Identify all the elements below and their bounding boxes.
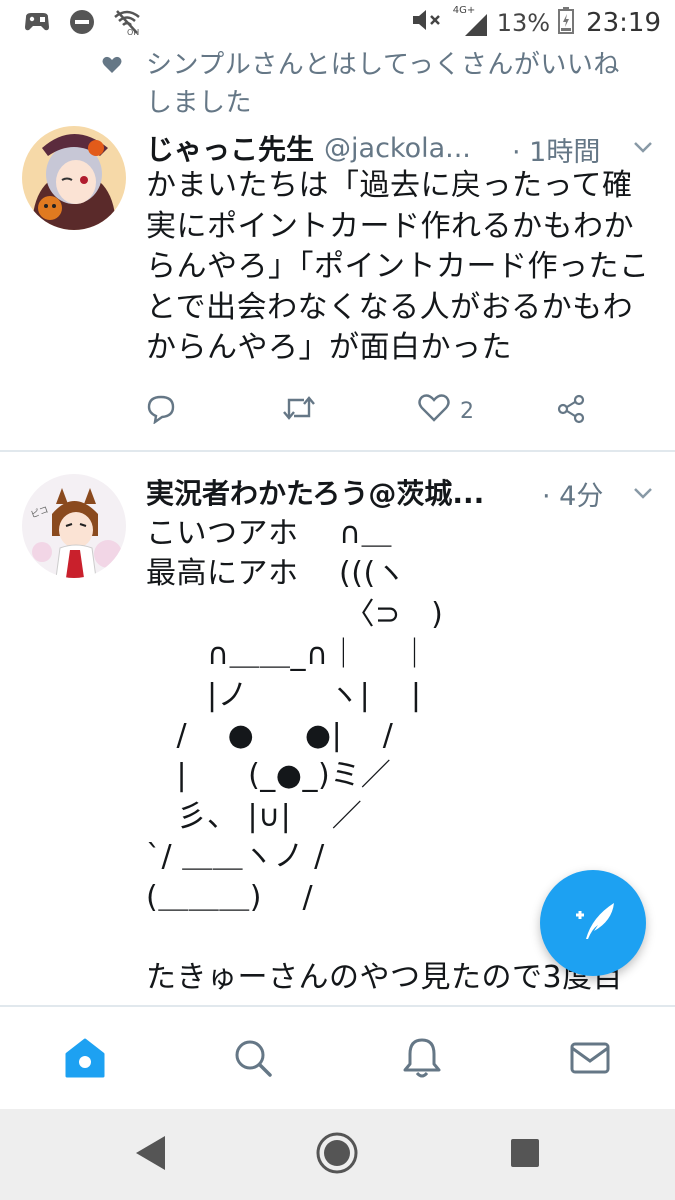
recents-square-icon: [509, 1137, 541, 1173]
share-button[interactable]: [556, 394, 586, 430]
heart-outline-icon: [418, 394, 450, 428]
chevron-down-icon[interactable]: [633, 484, 653, 503]
chevron-down-icon[interactable]: [633, 138, 653, 157]
like-count: 2: [460, 398, 474, 424]
home-icon: [63, 1037, 107, 1083]
bottom-tab-bar: [0, 1005, 675, 1109]
tab-messages[interactable]: [565, 1035, 615, 1085]
liked-notice-text: シンプルさんとはしてっくさんがいいねしました: [146, 50, 620, 118]
home-system-button[interactable]: [315, 1131, 359, 1179]
back-button[interactable]: [128, 1133, 172, 1177]
heart-icon: [102, 56, 122, 78]
tab-home[interactable]: [60, 1035, 110, 1085]
author-name[interactable]: 実況者わかたろう@茨城...: [146, 472, 484, 512]
network-type-label: 4G+: [452, 5, 476, 16]
liked-notice[interactable]: シンプルさんとはしてっくさんがいいねしました: [0, 44, 675, 120]
bell-icon: [402, 1037, 442, 1083]
compose-feather-icon: [568, 899, 618, 947]
battery-percent: 13%: [496, 9, 551, 37]
mute-icon: [411, 7, 445, 39]
mail-icon: [569, 1041, 611, 1079]
status-bar: ON 4G+ 13% 23:19: [0, 0, 675, 44]
share-icon: [556, 394, 586, 430]
cellular-signal-icon: 4G+: [452, 5, 489, 38]
svg-text:ON: ON: [127, 28, 139, 36]
recents-button[interactable]: [503, 1133, 547, 1177]
author-handle[interactable]: @jackola...: [324, 133, 471, 164]
retweet-icon: [282, 394, 316, 428]
wifi-calling-icon: ON: [112, 8, 142, 40]
reply-button[interactable]: [146, 394, 176, 430]
tab-search[interactable]: [228, 1035, 278, 1085]
avatar[interactable]: [22, 126, 126, 230]
tweet[interactable]: じゃっこ先生 @jackola... · 1時間 かまいたちは「過去に戻ったって…: [0, 120, 675, 450]
do-not-disturb-icon: [68, 8, 96, 40]
system-navigation-bar: [0, 1109, 675, 1200]
tweet-timestamp: · 4分: [542, 481, 604, 512]
like-button[interactable]: 2: [418, 394, 474, 428]
home-circle-icon: [315, 1131, 359, 1179]
author-name[interactable]: じゃっこ先生: [146, 128, 314, 168]
tweet-actions: 2: [146, 394, 596, 438]
search-icon: [233, 1038, 273, 1082]
retweet-button[interactable]: [282, 394, 316, 428]
clock: 23:19: [586, 8, 661, 38]
tweet-text: かまいたちは「過去に戻ったって確実にポイントカード作れるかもわからんやろ」「ポイ…: [146, 168, 650, 365]
reply-icon: [146, 394, 176, 430]
battery-icon: [558, 6, 575, 40]
compose-tweet-button[interactable]: [540, 870, 646, 976]
back-triangle-icon: [133, 1134, 167, 1176]
avatar[interactable]: ピコ: [22, 474, 126, 578]
game-controller-icon: [22, 9, 52, 39]
tweet-timestamp: · 1時間: [512, 137, 601, 168]
tab-notifications[interactable]: [397, 1035, 447, 1085]
